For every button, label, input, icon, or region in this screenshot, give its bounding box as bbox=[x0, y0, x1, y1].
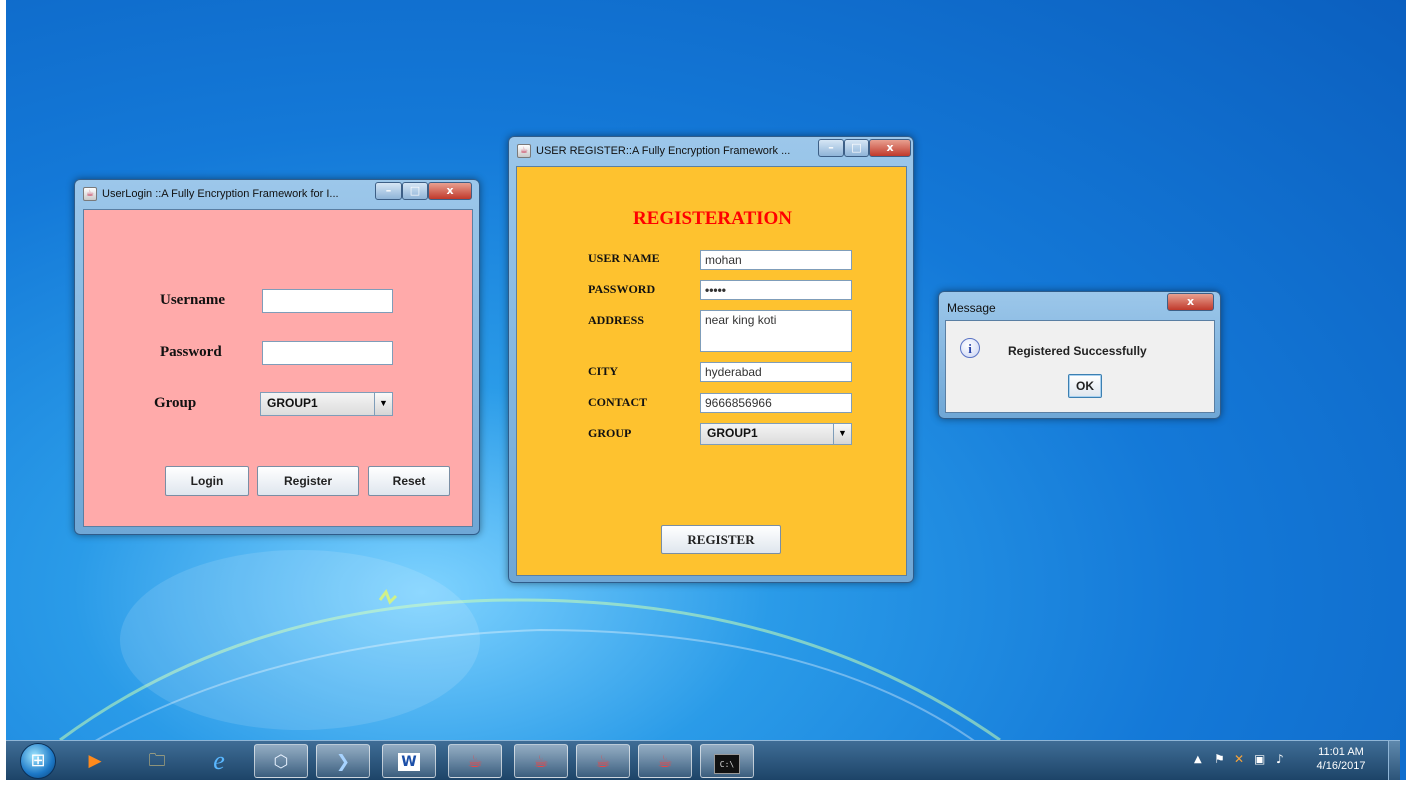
maximize-button[interactable]: □ bbox=[844, 139, 869, 157]
group-select-value: GROUP1 bbox=[267, 396, 318, 410]
internet-explorer-icon[interactable]: e bbox=[192, 744, 246, 778]
action-center-flag-icon[interactable]: ⚑ bbox=[1214, 752, 1225, 766]
clock-time: 11:01 AM bbox=[1318, 746, 1364, 758]
register-button[interactable]: Register bbox=[257, 466, 359, 496]
register-panel: REGISTERATION USER NAME mohan PASSWORD •… bbox=[516, 166, 907, 576]
minimize-button[interactable]: – bbox=[375, 182, 402, 200]
info-icon: i bbox=[960, 338, 980, 358]
ok-button[interactable]: OK bbox=[1068, 374, 1102, 398]
close-button[interactable]: x bbox=[1167, 293, 1214, 311]
taskbar: ⊞ ▶ 🗀 e ⬡ ❯ W ☕ ☕ ☕ ☕ C:\ ▲ ⚑ ✕ ▣ ♪ 11:0… bbox=[6, 740, 1400, 781]
login-window-title: UserLogin ::A Fully Encryption Framework… bbox=[102, 188, 339, 200]
network-icon[interactable]: ✕ bbox=[1234, 752, 1244, 766]
java-icon[interactable]: ☕ bbox=[448, 744, 502, 778]
login-window: ☕ UserLogin ::A Fully Encryption Framewo… bbox=[74, 179, 480, 535]
file-explorer-icon[interactable]: 🗀 bbox=[130, 744, 184, 778]
minimize-button[interactable]: – bbox=[818, 139, 844, 157]
word-icon[interactable]: W bbox=[382, 744, 436, 778]
java-icon[interactable]: ☕ bbox=[576, 744, 630, 778]
message-dialog: Message x i Registered Successfully OK bbox=[938, 291, 1221, 419]
clock[interactable]: 11:01 AM 4/16/2017 bbox=[1306, 746, 1376, 772]
power-icon[interactable]: ▣ bbox=[1254, 752, 1265, 766]
message-dialog-title: Message bbox=[947, 301, 996, 315]
screen-border-bottom bbox=[0, 780, 1406, 790]
netbeans-icon[interactable]: ❯ bbox=[316, 744, 370, 778]
chevron-down-icon[interactable]: ▼ bbox=[833, 424, 851, 444]
java-app-icon: ☕ bbox=[83, 187, 97, 201]
login-panel: Username Password Group GROUP1 ▼ Login R… bbox=[83, 209, 473, 527]
show-hidden-icons-icon[interactable]: ▲ bbox=[1194, 754, 1202, 765]
close-button[interactable]: x bbox=[428, 182, 472, 200]
login-window-titlebar[interactable]: ☕ UserLogin ::A Fully Encryption Framewo… bbox=[75, 180, 479, 208]
java-app-icon: ☕ bbox=[517, 144, 531, 158]
password-label: Password bbox=[160, 344, 222, 360]
password-input[interactable]: ••••• bbox=[700, 280, 852, 300]
city-input[interactable]: hyderabad bbox=[700, 362, 852, 382]
group-label: Group bbox=[154, 395, 197, 411]
contact-input[interactable]: 9666856966 bbox=[700, 393, 852, 413]
java-icon[interactable]: ☕ bbox=[638, 744, 692, 778]
show-desktop-button[interactable] bbox=[1388, 741, 1400, 781]
address-textarea[interactable]: near king koti bbox=[700, 310, 852, 352]
username-label: USER NAME bbox=[588, 251, 660, 265]
reset-button[interactable]: Reset bbox=[368, 466, 450, 496]
maximize-button[interactable]: □ bbox=[402, 182, 428, 200]
group-select-value: GROUP1 bbox=[707, 426, 758, 440]
volume-icon[interactable]: ♪ bbox=[1276, 752, 1284, 766]
password-label: PASSWORD bbox=[588, 282, 656, 296]
group-select[interactable]: GROUP1 ▼ bbox=[260, 392, 393, 416]
group-label: GROUP bbox=[588, 426, 632, 440]
group-select[interactable]: GROUP1 ▼ bbox=[700, 423, 852, 445]
message-text: Registered Successfully bbox=[1008, 344, 1147, 358]
register-window: ☕ USER REGISTER::A Fully Encryption Fram… bbox=[508, 136, 914, 583]
chevron-down-icon[interactable]: ▼ bbox=[374, 393, 392, 415]
address-label: ADDRESS bbox=[588, 313, 645, 327]
java-icon[interactable]: ☕ bbox=[514, 744, 568, 778]
contact-label: CONTACT bbox=[588, 395, 648, 409]
register-submit-button[interactable]: REGISTER bbox=[661, 525, 781, 554]
username-input[interactable]: mohan bbox=[700, 250, 852, 270]
registration-heading: REGISTERATION bbox=[632, 208, 793, 229]
clock-date: 4/16/2017 bbox=[1316, 760, 1366, 772]
city-label: CITY bbox=[588, 364, 619, 378]
message-dialog-body: i Registered Successfully OK bbox=[945, 320, 1215, 413]
login-button[interactable]: Login bbox=[165, 466, 249, 496]
message-dialog-titlebar[interactable]: Message x bbox=[939, 292, 1220, 318]
desktop: ☕ UserLogin ::A Fully Encryption Framewo… bbox=[0, 0, 1406, 790]
virtualbox-icon[interactable]: ⬡ bbox=[254, 744, 308, 778]
username-input[interactable] bbox=[262, 289, 393, 313]
register-window-titlebar[interactable]: ☕ USER REGISTER::A Fully Encryption Fram… bbox=[509, 137, 913, 165]
username-label: Username bbox=[160, 292, 225, 308]
password-input[interactable] bbox=[262, 341, 393, 365]
command-prompt-icon[interactable]: C:\ bbox=[700, 744, 754, 778]
media-player-icon[interactable]: ▶ bbox=[68, 744, 122, 778]
start-orb-icon[interactable]: ⊞ bbox=[20, 743, 56, 779]
register-window-title: USER REGISTER::A Fully Encryption Framew… bbox=[536, 145, 791, 157]
close-button[interactable]: x bbox=[869, 139, 911, 157]
